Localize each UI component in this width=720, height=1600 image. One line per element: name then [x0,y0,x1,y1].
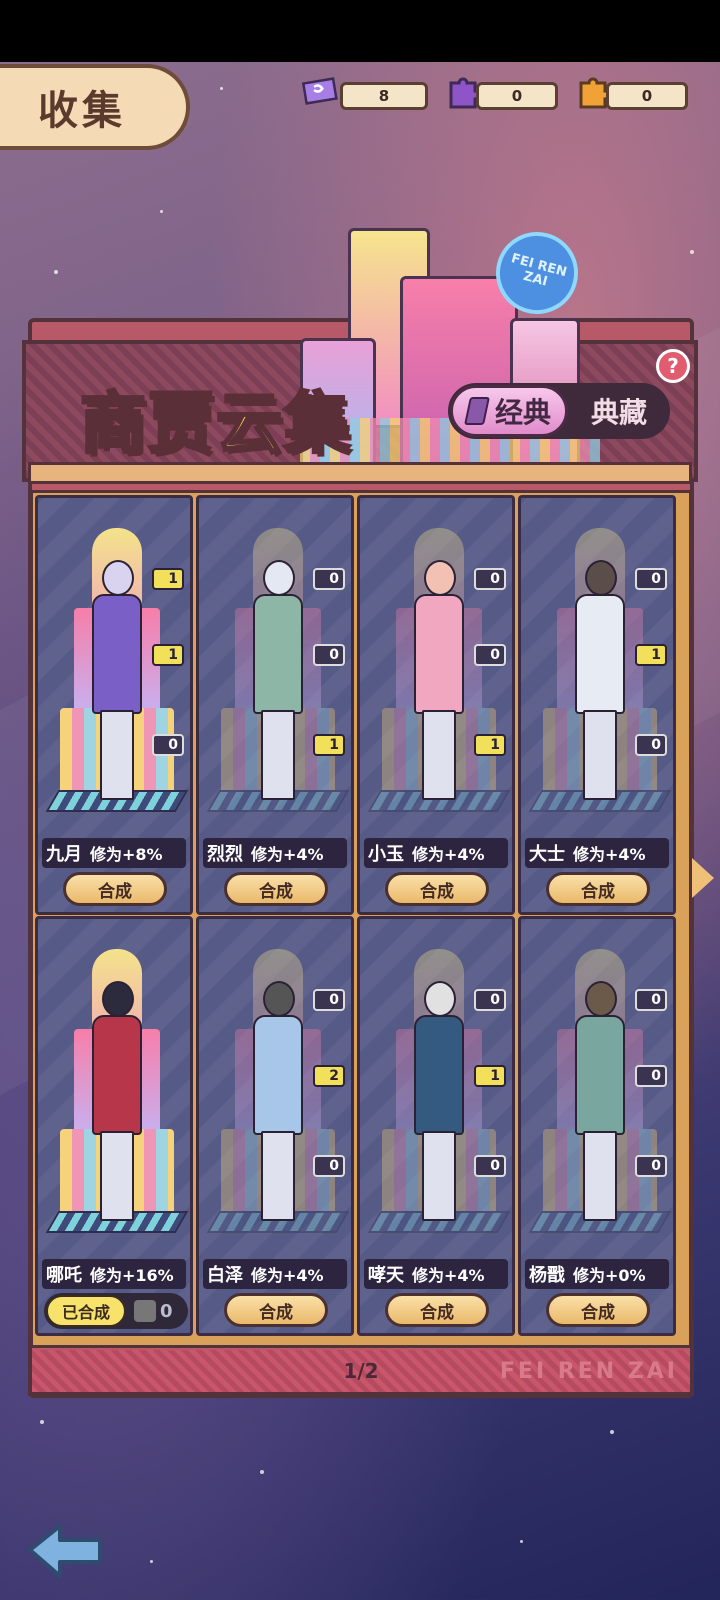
part-slot[interactable]: 0 [635,1155,667,1177]
synthesize-button[interactable]: 合成 [546,872,650,906]
name-bar: 九月 修为+8% [42,838,186,868]
part-slot[interactable]: 0 [635,568,667,590]
banner-title: 商贾云集 [79,384,352,464]
character-figure [408,560,470,812]
part-slot[interactable]: 0 [474,644,506,666]
name-bar: 小玉 修为+4% [364,838,508,868]
brand-watermark: FEI REN ZAI [499,1358,678,1384]
character-name: 九月 [46,844,82,865]
part-slot[interactable]: 1 [152,644,184,666]
character-card[interactable]: 0 1 0 大士 修为+4% 合成 [518,495,676,915]
toggle-classic-label: 经典 [494,396,551,429]
character-figure [408,981,470,1233]
next-page-arrow-icon[interactable] [692,858,714,898]
part-slot[interactable]: 0 [313,1155,345,1177]
part-slot[interactable]: 0 [313,568,345,590]
ticket-icon [300,72,338,110]
orange-puzzle-count: 0 [606,82,688,110]
fragment-count: 0 [134,1300,173,1322]
part-slot[interactable]: 0 [635,989,667,1011]
name-bar: 哮天 修为+4% [364,1259,508,1289]
pager: 1/2 FEI REN ZAI [28,1350,694,1396]
back-arrow-icon[interactable] [26,1520,106,1580]
name-bar: 哪吒 修为+16% [42,1259,186,1289]
character-name: 大士 [529,844,565,865]
part-slot[interactable]: 0 [313,644,345,666]
character-name: 烈烈 [207,844,243,865]
ticket-count: 8 [340,82,428,110]
puzzle-icon [134,1300,156,1322]
cultivation-bonus: 修为+16% [90,1266,174,1285]
synthesize-button[interactable]: 合成 [385,872,489,906]
part-slot[interactable]: 0 [313,989,345,1011]
page-title: 收集 [38,88,126,134]
character-card[interactable]: 0 0 1 烈烈 修为+4% 合成 [196,495,354,915]
help-icon[interactable]: ? [656,349,690,383]
character-name: 小玉 [368,844,404,865]
character-card[interactable]: 0 0 1 小玉 修为+4% 合成 [357,495,515,915]
character-name: 哪吒 [46,1265,82,1286]
character-card[interactable]: 哪吒 修为+16% 已合成 0 [35,916,193,1336]
cultivation-bonus: 修为+4% [412,845,485,864]
part-slot[interactable]: 1 [635,644,667,666]
character-card[interactable]: 0 2 0 白泽 修为+4% 合成 [196,916,354,1336]
synthesize-button[interactable]: 合成 [546,1293,650,1327]
part-slot[interactable]: 1 [313,734,345,756]
character-figure [247,981,309,1233]
character-name: 白泽 [207,1265,243,1286]
banner-ledge [28,462,692,484]
card-grid: 1 1 0 九月 修为+8% 合成 0 0 1 烈烈 修为+4% 合成 0 0 1 小玉 修为+4% 合成 0 1 0 大… [30,490,692,1348]
character-card[interactable]: 0 0 0 杨戬 修为+0% 合成 [518,916,676,1336]
category-toggle[interactable]: 经典 典藏 [448,383,670,439]
cultivation-bonus: 修为+8% [90,845,163,864]
part-slot[interactable]: 1 [474,734,506,756]
synthesize-button[interactable]: 合成 [385,1293,489,1327]
cultivation-bonus: 修为+4% [251,845,324,864]
part-slot[interactable]: 0 [635,734,667,756]
synthesized-status: 已合成 0 [44,1293,188,1329]
fragment-count-value: 0 [160,1300,173,1322]
part-slot[interactable]: 1 [152,568,184,590]
synthesize-button[interactable]: 合成 [63,872,167,906]
synthesized-badge: 已合成 [46,1295,126,1327]
status-bar [0,0,720,62]
character-figure [569,560,631,812]
cultivation-bonus: 修为+4% [573,845,646,864]
name-bar: 大士 修为+4% [525,838,669,868]
part-slot[interactable]: 2 [313,1065,345,1087]
name-bar: 杨戬 修为+0% [525,1259,669,1289]
name-bar: 白泽 修为+4% [203,1259,347,1289]
purple-puzzle-count: 0 [476,82,558,110]
toggle-classic[interactable]: 经典 [450,385,568,437]
collection-title-tab: 收集 [0,64,190,150]
part-slot[interactable]: 0 [635,1065,667,1087]
cultivation-bonus: 修为+0% [573,1266,646,1285]
character-name: 杨戬 [529,1265,565,1286]
character-figure [247,560,309,812]
part-slot[interactable]: 0 [474,989,506,1011]
character-figure [86,560,148,812]
character-name: 哮天 [368,1265,404,1286]
cultivation-bonus: 修为+4% [412,1266,485,1285]
character-card[interactable]: 1 1 0 九月 修为+8% 合成 [35,495,193,915]
synthesize-button[interactable]: 合成 [224,1293,328,1327]
character-figure [569,981,631,1233]
book-icon [464,397,490,425]
character-card[interactable]: 0 1 0 哮天 修为+4% 合成 [357,916,515,1336]
part-slot[interactable]: 1 [474,1065,506,1087]
toggle-collection[interactable]: 典藏 [568,391,670,431]
cultivation-bonus: 修为+4% [251,1266,324,1285]
name-bar: 烈烈 修为+4% [203,838,347,868]
part-slot[interactable]: 0 [474,568,506,590]
character-figure [86,981,148,1233]
synthesize-button[interactable]: 合成 [224,872,328,906]
part-slot[interactable]: 0 [152,734,184,756]
part-slot[interactable]: 0 [474,1155,506,1177]
